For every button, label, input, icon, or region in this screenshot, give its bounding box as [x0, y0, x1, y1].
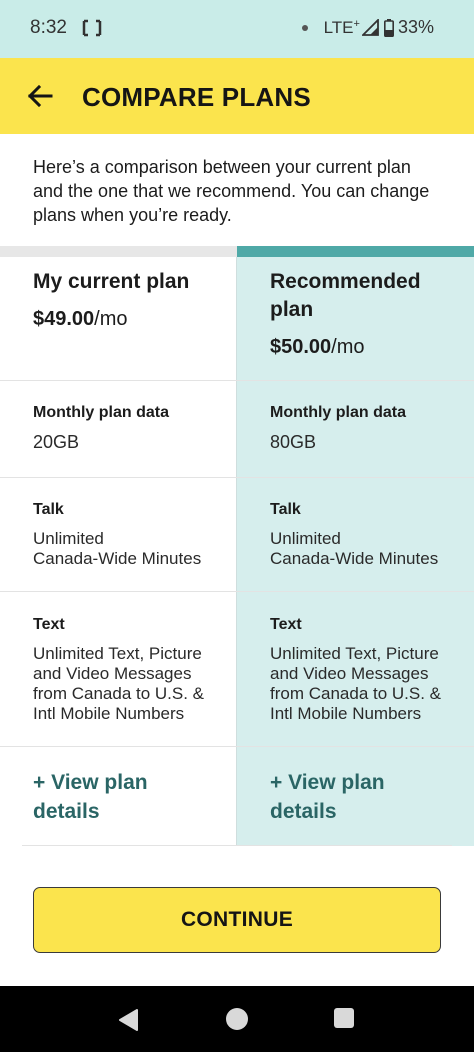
continue-button[interactable]: CONTINUE — [33, 887, 441, 953]
battery-percent: 33% — [397, 17, 434, 37]
app-bar: COMPARE PLANS — [0, 58, 474, 134]
screen-capture-icon — [82, 19, 102, 37]
recommended-plan-name: Recommended plan — [270, 270, 421, 321]
text-label: Text — [270, 616, 302, 633]
signal-icon — [361, 19, 379, 36]
talk-label: Talk — [270, 501, 301, 518]
network-type: LTE+ — [323, 17, 360, 37]
recommended-plan-header: Recommended plan $50.00/mo — [270, 268, 474, 360]
recommended-plan-text: Text Unlimited Text, Picture and Video Me… — [270, 615, 474, 724]
row-divider — [22, 845, 452, 846]
page-title: COMPARE PLANS — [82, 82, 311, 112]
notification-dot-icon — [301, 24, 308, 31]
recommended-plan-talk: Talk Unlimited Canada-Wide Minutes — [270, 500, 474, 569]
nav-home-icon[interactable] — [226, 1008, 248, 1030]
system-navigation-bar — [0, 986, 474, 1052]
recommended-plan-data: Monthly plan data 80GB — [270, 403, 474, 452]
nav-recents-icon[interactable] — [334, 1008, 354, 1028]
current-plan-talk: Talk Unlimited Canada-Wide Minutes — [33, 500, 243, 569]
row-divider — [0, 380, 474, 381]
recommended-plan-price: $50.00/mo — [270, 336, 365, 358]
intro-text: Here’s a comparison between your current… — [33, 157, 430, 225]
talk-label: Talk — [33, 501, 64, 518]
current-plan-name: My current plan — [33, 270, 190, 293]
data-value: 80GB — [270, 432, 317, 452]
status-bar: 8:32 LTE+ 33% — [0, 0, 474, 58]
talk-value: Unlimited Canada-Wide Minutes — [270, 529, 439, 568]
recommended-plan-view-details-link[interactable]: + View plan details — [270, 768, 474, 826]
text-value: Unlimited Text, Picture and Video Message… — [33, 644, 205, 723]
row-divider — [0, 591, 474, 592]
row-divider — [0, 477, 474, 478]
row-divider — [0, 746, 474, 747]
text-value: Unlimited Text, Picture and Video Message… — [270, 644, 442, 723]
current-plan-text: Text Unlimited Text, Picture and Video Me… — [33, 615, 243, 724]
data-label: Monthly plan data — [33, 404, 169, 421]
current-plan-price: $49.00/mo — [33, 308, 128, 330]
current-plan-header: My current plan $49.00/mo — [33, 268, 243, 332]
back-button[interactable] — [18, 74, 62, 118]
current-plan-view-details-link[interactable]: + View plan details — [33, 768, 243, 826]
data-label: Monthly plan data — [270, 404, 406, 421]
plan-comparison-table: My current plan $49.00/mo Recommended pla… — [0, 246, 474, 846]
current-plan-top-bar — [0, 246, 237, 257]
recommended-plan-top-bar — [237, 246, 474, 257]
nav-back-icon[interactable] — [117, 1008, 139, 1032]
battery-icon — [383, 18, 394, 37]
arrow-left-icon — [27, 85, 53, 107]
talk-value: Unlimited Canada-Wide Minutes — [33, 529, 202, 568]
data-value: 20GB — [33, 432, 80, 452]
text-label: Text — [33, 616, 65, 633]
current-plan-data: Monthly plan data 20GB — [33, 403, 243, 452]
status-time: 8:32 — [30, 17, 67, 38]
status-indicators: LTE+ 33% — [301, 17, 434, 38]
